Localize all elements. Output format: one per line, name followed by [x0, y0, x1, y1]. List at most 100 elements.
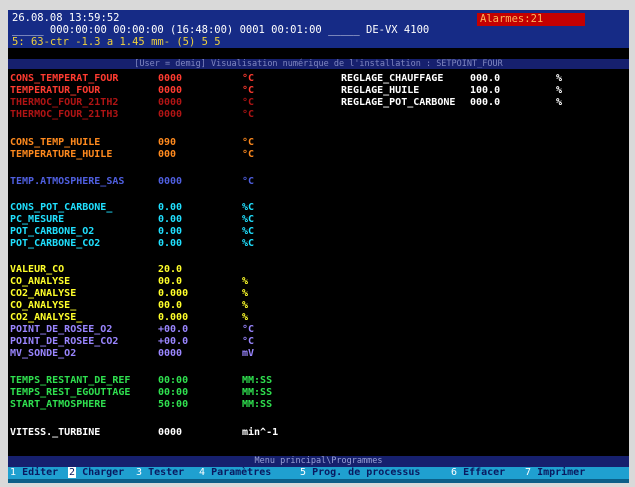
param-value: 0.00 [158, 202, 183, 213]
param-label: START_ATMOSPHERE [10, 399, 107, 410]
menu-item-tester[interactable]: 3 Tester [136, 467, 184, 479]
param-value: 0000 [158, 348, 183, 359]
param-unit: %C [242, 238, 255, 249]
param-unit: % [242, 312, 249, 323]
menu-item-imprimer[interactable]: 7 Imprimer [525, 467, 585, 479]
param-label: CONS_TEMP_HUILE [10, 137, 101, 148]
reglage-value: 000.0 [470, 97, 501, 108]
param-label: THERMOC_FOUR_21TH3 [10, 109, 119, 120]
param-value: 0.00 [158, 214, 183, 225]
param-label: POINT_DE_ROSEE_CO2 [10, 336, 119, 347]
param-unit: MM:SS [242, 387, 273, 398]
param-unit: °C [242, 109, 255, 120]
param-value: +00.0 [158, 336, 189, 347]
menu-item-label: Imprimer [537, 467, 586, 478]
param-unit: %C [242, 202, 255, 213]
menu-item-label: Charger [82, 467, 125, 478]
param-value: 0000 [158, 73, 183, 84]
param-unit: °C [242, 176, 255, 187]
param-value: 0.00 [158, 226, 183, 237]
param-value: 00:00 [158, 387, 189, 398]
param-value: 20.0 [158, 264, 183, 275]
reglage-label: REGLAGE_HUILE [341, 85, 420, 96]
param-value: 0000 [158, 176, 183, 187]
param-unit: MM:SS [242, 399, 273, 410]
reglage-value: 100.0 [470, 85, 501, 96]
param-unit: °C [242, 149, 255, 160]
param-value: 0000 [158, 109, 183, 120]
param-unit: °C [242, 324, 255, 335]
header-process-line: 5: 63-ctr -1.3 a 1.45 mm- (5) 5 5 [12, 36, 221, 48]
header-bar: 26.08.08 13:59:52 _____ 000:00:00 00:00:… [8, 10, 629, 48]
param-label: CONS_POT_CARBONE_ [10, 202, 113, 213]
param-label: TEMPERATUR_FOUR [10, 85, 101, 96]
param-value: 00.0 [158, 300, 183, 311]
reglage-unit: % [556, 73, 563, 84]
param-label: PC_MESURE [10, 214, 65, 225]
param-value: 0000 [158, 97, 183, 108]
param-label: POINT_DE_ROSEE_O2 [10, 324, 113, 335]
menu-item-label: Paramètres [211, 467, 272, 478]
param-unit: % [242, 300, 249, 311]
param-unit: MM:SS [242, 375, 273, 386]
param-label: CO_ANALYSE [10, 276, 71, 287]
param-label: TEMPS_RESTANT_DE_REF [10, 375, 131, 386]
menu-key-number: 1 [10, 467, 17, 478]
param-unit: %C [242, 214, 255, 225]
menu-item-prog-processus[interactable]: 5 Prog. de processus [300, 467, 420, 479]
param-unit: % [242, 276, 249, 287]
param-unit: % [242, 288, 249, 299]
reglage-value: 000.0 [470, 73, 501, 84]
param-value: +00.0 [158, 324, 189, 335]
param-label: TEMP.ATMOSPHERE_SAS [10, 176, 125, 187]
menu-key-number: 6 [451, 467, 458, 478]
param-label: THERMOC_FOUR_21TH2 [10, 97, 119, 108]
menu-key-number: 4 [199, 467, 206, 478]
menu-title: Menu principal\Programmes [8, 456, 629, 467]
menu-item-parametres[interactable]: 4 Paramètres [199, 467, 271, 479]
param-value: 00.0 [158, 276, 183, 287]
menu-item-label: Effacer [463, 467, 506, 478]
param-unit: mV [242, 348, 255, 359]
param-label: POT_CARBONE_CO2 [10, 238, 101, 249]
menu-item-charger[interactable]: 2 Charger [68, 467, 124, 479]
param-value: 0.00 [158, 238, 183, 249]
terminal-screen: 26.08.08 13:59:52 _____ 000:00:00 00:00:… [8, 10, 629, 483]
param-label: VALEUR_CO [10, 264, 65, 275]
param-value: 0000 [158, 85, 183, 96]
menu-key-number: 7 [525, 467, 532, 478]
param-unit: °C [242, 336, 255, 347]
param-value: 000 [158, 149, 177, 160]
param-value: 090 [158, 137, 177, 148]
param-unit: min^-1 [242, 427, 279, 438]
reglage-label: REGLAGE_CHAUFFAGE [341, 73, 444, 84]
param-label: CO2_ANALYSE_ [10, 312, 83, 323]
menu-item-label: Editer [22, 467, 59, 478]
menu-item-label: Tester [148, 467, 185, 478]
menu-item-label: Prog. de processus [312, 467, 421, 478]
param-label: VITESS._TURBINE [10, 427, 101, 438]
param-value: 50:00 [158, 399, 189, 410]
menu-key-number: 5 [300, 467, 307, 478]
param-label: TEMPS_REST_EGOUTTAGE [10, 387, 131, 398]
menu-item-effacer[interactable]: 6 Effacer [451, 467, 505, 479]
param-value: 00:00 [158, 375, 189, 386]
param-value: 0000 [158, 427, 183, 438]
reglage-label: REGLAGE_POT_CARBONE [341, 97, 456, 108]
reglage-unit: % [556, 85, 563, 96]
param-unit: °C [242, 73, 255, 84]
param-unit: °C [242, 97, 255, 108]
param-label: CONS_TEMPERAT_FOUR [10, 73, 119, 84]
status-line [8, 479, 629, 483]
menu-key-number: 3 [136, 467, 143, 478]
view-banner: [User = demig] Visualisation numérique d… [8, 59, 629, 69]
param-value: 0.000 [158, 288, 189, 299]
param-unit: °C [242, 137, 255, 148]
param-label: CO2_ANALYSE [10, 288, 77, 299]
menu-item-editer[interactable]: 1 Editer [10, 467, 58, 479]
param-label: POT_CARBONE_O2 [10, 226, 95, 237]
param-value: 0.000 [158, 312, 189, 323]
param-label: TEMPERATURE_HUILE [10, 149, 113, 160]
reglage-unit: % [556, 97, 563, 108]
alarm-badge[interactable]: Alarmes:21 [477, 13, 585, 26]
